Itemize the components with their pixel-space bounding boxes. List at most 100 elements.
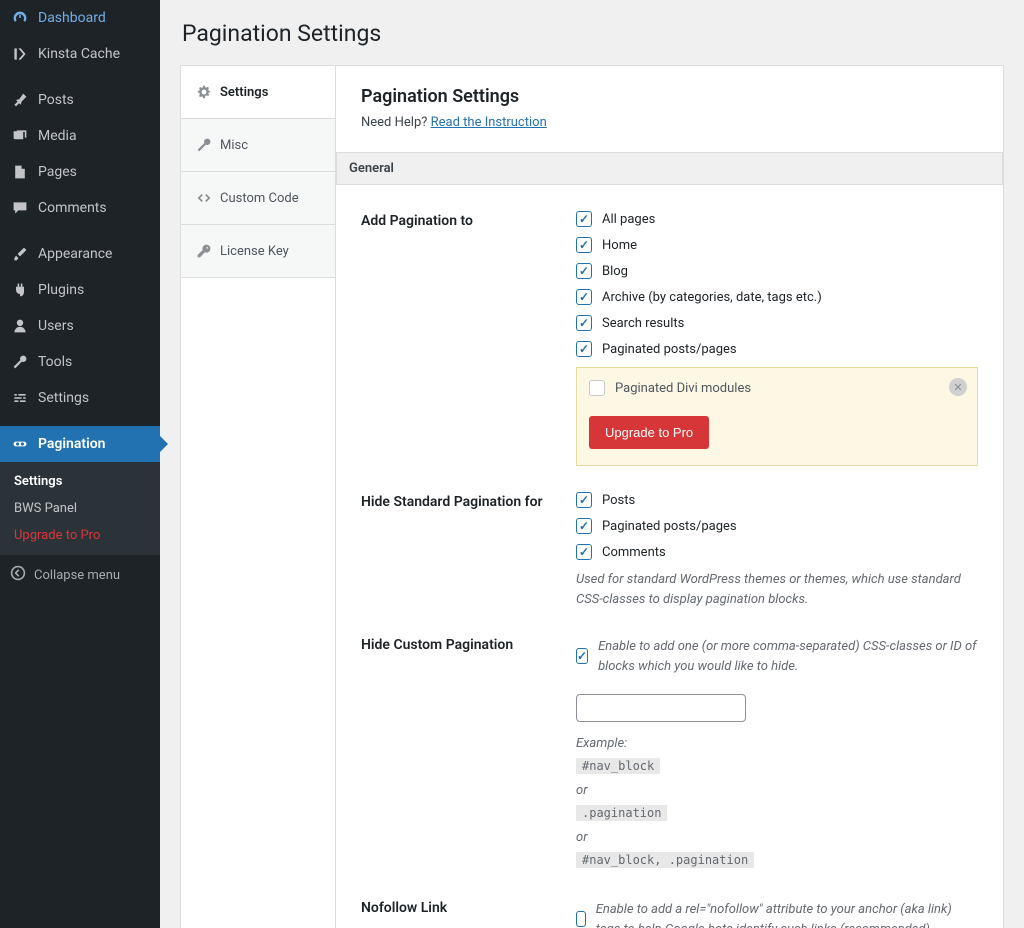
sidebar-item-label: Settings [38, 390, 89, 406]
tabs-column: Settings Misc Custom Code License Key [181, 66, 336, 928]
example-code: .pagination [576, 805, 667, 821]
option-hide-posts[interactable]: Posts [576, 492, 978, 508]
sidebar-submenu: Settings BWS Panel Upgrade to Pro [0, 462, 160, 555]
option-hide-paginated[interactable]: Paginated posts/pages [576, 518, 978, 534]
tab-custom-code[interactable]: Custom Code [181, 172, 335, 225]
option-paginated-posts[interactable]: Paginated posts/pages [576, 341, 978, 357]
checkbox-label: Paginated Divi modules [615, 381, 751, 396]
pin-icon [10, 90, 30, 110]
checkbox-icon[interactable] [576, 518, 592, 534]
settings-content: Pagination Settings Need Help? Read the … [336, 66, 1003, 928]
code-icon [196, 190, 212, 206]
option-home[interactable]: Home [576, 237, 978, 253]
key-icon [196, 243, 212, 259]
help-link[interactable]: Read the Instruction [431, 115, 547, 130]
sidebar-item-comments[interactable]: Comments [0, 190, 160, 226]
dismiss-icon[interactable]: ✕ [949, 378, 967, 396]
checkbox-label: Home [602, 238, 637, 253]
sidebar-item-dashboard[interactable]: Dashboard [0, 0, 160, 36]
option-divi-modules: Paginated Divi modules [589, 380, 939, 396]
plug-icon [10, 280, 30, 300]
help-prefix: Need Help? [361, 115, 431, 130]
settings-icon [10, 388, 30, 408]
option-blog[interactable]: Blog [576, 263, 978, 279]
upgrade-to-pro-button[interactable]: Upgrade to Pro [589, 416, 709, 449]
checkbox-icon[interactable] [576, 289, 592, 305]
checkbox-icon[interactable] [576, 648, 588, 664]
label-add-pagination: Add Pagination to [361, 211, 576, 466]
sidebar-item-label: Users [38, 318, 74, 334]
sidebar-item-kinsta-cache[interactable]: Kinsta Cache [0, 36, 160, 72]
collapse-menu[interactable]: Collapse menu [0, 555, 160, 595]
sidebar-item-label: Media [38, 128, 77, 144]
checkbox-label: Archive (by categories, date, tags etc.) [602, 290, 822, 305]
example-label: Example: [576, 732, 978, 755]
help-line: Need Help? Read the Instruction [361, 115, 978, 130]
submenu-settings[interactable]: Settings [0, 468, 160, 495]
sidebar-item-pages[interactable]: Pages [0, 154, 160, 190]
sidebar-item-posts[interactable]: Posts [0, 82, 160, 118]
option-all-pages[interactable]: All pages [576, 211, 978, 227]
sidebar-item-label: Tools [38, 354, 72, 370]
sidebar-item-label: Appearance [38, 246, 112, 262]
checkbox-icon[interactable] [576, 211, 592, 227]
checkbox-icon[interactable] [576, 237, 592, 253]
option-search-results[interactable]: Search results [576, 315, 978, 331]
sidebar-item-label: Posts [38, 92, 74, 108]
sidebar-item-label: Dashboard [38, 10, 106, 26]
sidebar-item-label: Pagination [38, 436, 105, 452]
example-or: or [576, 779, 978, 802]
submenu-upgrade[interactable]: Upgrade to Pro [0, 522, 160, 549]
collapse-label: Collapse menu [34, 568, 120, 583]
checkbox-icon[interactable] [576, 911, 586, 927]
sidebar-item-media[interactable]: Media [0, 118, 160, 154]
custom-css-input[interactable] [576, 694, 746, 722]
comments-icon [10, 198, 30, 218]
pro-feature-box: ✕ Paginated Divi modules Upgrade to Pro [576, 367, 978, 466]
example-or: or [576, 826, 978, 849]
pagination-icon [10, 434, 30, 454]
sidebar-item-settings[interactable]: Settings [0, 380, 160, 416]
kinsta-icon [10, 44, 30, 64]
label-hide-standard: Hide Standard Pagination for [361, 492, 576, 609]
users-icon [10, 316, 30, 336]
checkbox-icon[interactable] [576, 544, 592, 560]
tab-misc[interactable]: Misc [181, 119, 335, 172]
tab-license-key[interactable]: License Key [181, 225, 335, 278]
tab-label: Settings [220, 85, 268, 100]
label-hide-custom: Hide Custom Pagination [361, 635, 576, 872]
row-nofollow: Nofollow Link Enable to add a rel="nofol… [361, 872, 978, 928]
checkbox-label: Comments [602, 545, 666, 560]
sidebar-item-plugins[interactable]: Plugins [0, 272, 160, 308]
sidebar-item-tools[interactable]: Tools [0, 344, 160, 380]
sidebar-item-users[interactable]: Users [0, 308, 160, 344]
checkbox-icon[interactable] [576, 492, 592, 508]
checkbox-label: All pages [602, 212, 655, 227]
row-hide-custom: Hide Custom Pagination Enable to add one… [361, 609, 978, 872]
option-archive[interactable]: Archive (by categories, date, tags etc.) [576, 289, 978, 305]
wrench-icon [196, 137, 212, 153]
checkbox-label: Enable to add one (or more comma-separat… [598, 637, 978, 676]
checkbox-label: Posts [602, 493, 635, 508]
option-hide-comments[interactable]: Comments [576, 544, 978, 560]
checkbox-label: Blog [602, 264, 628, 279]
checkbox-icon[interactable] [576, 263, 592, 279]
submenu-bws-panel[interactable]: BWS Panel [0, 495, 160, 522]
main-content: Pagination Settings Settings Misc Custom… [160, 0, 1024, 928]
checkbox-icon [589, 380, 605, 396]
sidebar-item-appearance[interactable]: Appearance [0, 236, 160, 272]
checkbox-label: Enable to add a rel="nofollow" attribute… [596, 900, 978, 928]
sidebar-item-label: Pages [38, 164, 77, 180]
brush-icon [10, 244, 30, 264]
sidebar-item-label: Plugins [38, 282, 84, 298]
option-hide-custom[interactable]: Enable to add one (or more comma-separat… [576, 635, 978, 676]
gear-icon [196, 84, 212, 100]
checkbox-icon[interactable] [576, 341, 592, 357]
sidebar-item-pagination[interactable]: Pagination [0, 426, 160, 462]
checkbox-icon[interactable] [576, 315, 592, 331]
option-nofollow[interactable]: Enable to add a rel="nofollow" attribute… [576, 898, 978, 928]
hide-standard-description: Used for standard WordPress themes or th… [576, 570, 978, 609]
checkbox-label: Search results [602, 316, 684, 331]
sidebar-item-label: Comments [38, 200, 107, 216]
tab-settings[interactable]: Settings [181, 66, 335, 119]
